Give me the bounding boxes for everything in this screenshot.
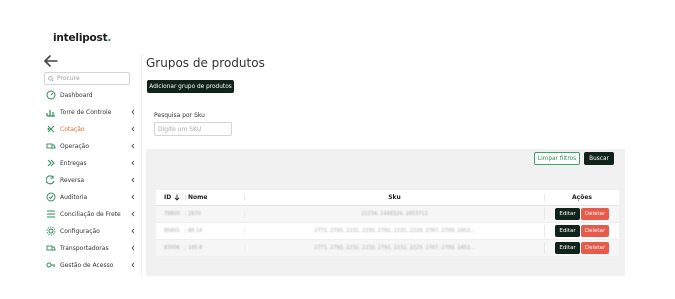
calculator-icon [47, 125, 55, 133]
cell-id: 79800 [164, 211, 180, 217]
sidebar-item-label: Reversa [60, 176, 85, 184]
edit-button[interactable]: Editar [555, 225, 580, 237]
cell-id: 83006 [164, 245, 180, 251]
edit-button[interactable]: Editar [555, 242, 580, 254]
sidebar-item-entregas[interactable]: Entregas [46, 157, 136, 169]
sidebar-item-label: Cotação [60, 125, 85, 133]
cell-actions: Editar Deletar [544, 242, 619, 254]
chevron-left-icon [131, 143, 135, 149]
table-header: ID Nome Sku Ações [156, 190, 619, 206]
search-icon [48, 75, 54, 82]
cell-sku: 21234, 1448324, 2453711 [244, 211, 544, 217]
sidebar-item-opera-o[interactable]: Operação [46, 140, 136, 152]
sidebar-item-reversa[interactable]: Reversa [46, 174, 136, 186]
column-header-acoes: Ações [544, 194, 619, 201]
edit-button[interactable]: Editar [555, 208, 580, 220]
add-product-group-button[interactable]: Adicionar grupo de produtos [147, 80, 234, 93]
cell-actions: Editar Deletar [544, 208, 619, 220]
cell-nome: 185 8 [185, 245, 244, 251]
table-panel: ID Nome Sku Ações 79800 1870 21234, 144832… [146, 182, 625, 276]
sidebar-item-label: Torre de Controle [60, 108, 112, 116]
filter-fields: Pesquisa por Sku Digite um SKU [146, 102, 625, 149]
cell-sku: 2771, 2793, 2231, 2230, 2791, 2231, 2229… [244, 228, 544, 234]
truck-icon [46, 143, 56, 149]
sidebar-item-transportadoras[interactable]: Transportadoras [46, 242, 136, 254]
chevron-left-icon [131, 245, 135, 251]
clear-filters-button[interactable]: Limpar filtros [534, 152, 580, 165]
back-arrow-icon[interactable] [43, 54, 59, 68]
sidebar-search-input[interactable]: Procure [44, 72, 130, 85]
chevron-left-icon [131, 194, 135, 200]
sidebar-item-label: Configuração [60, 227, 100, 235]
search-button[interactable]: Buscar [584, 152, 614, 165]
top-bar: intelipost. [0, 0, 675, 54]
table-row: 85801 88 14 2771, 2793, 2231, 2230, 2791, … [156, 223, 619, 240]
cell-actions: Editar Deletar [544, 225, 619, 237]
table-row: 79800 1870 21234, 1448324, 2453711 Editar De… [156, 206, 619, 223]
chevron-left-icon [131, 177, 135, 183]
search-placeholder: Procure [57, 75, 80, 82]
return-icon [46, 175, 55, 185]
list-icon [47, 210, 55, 218]
chevron-left-icon [131, 160, 135, 166]
sidebar-item-gest-o-de-acesso[interactable]: Gestão de Acesso [46, 259, 136, 271]
column-header-nome[interactable]: Nome [185, 194, 244, 201]
sidebar-item-dashboard[interactable]: Dashboard [46, 89, 136, 101]
sidebar-item-configura-o[interactable]: Configuração [46, 225, 136, 237]
sku-search-input[interactable]: Digite um SKU [154, 122, 232, 136]
page-title: Grupos de produtos [146, 56, 265, 70]
column-header-id[interactable]: ID [156, 194, 185, 201]
sidebar-item-label: Auditoria [60, 193, 88, 201]
cell-nome: 1870 [185, 211, 244, 217]
delete-button[interactable]: Deletar [581, 208, 609, 220]
sidebar-item-concilia-o-de-frete[interactable]: Conciliação de Frete [46, 208, 136, 220]
delete-button[interactable]: Deletar [581, 225, 609, 237]
chevron-left-icon [131, 211, 135, 217]
cell-id: 85801 [164, 228, 180, 234]
truck-icon [46, 245, 56, 251]
chevron-left-icon [131, 126, 135, 132]
cell-nome: 88 14 [185, 228, 244, 234]
sku-filter-label: Pesquisa por Sku [154, 112, 205, 119]
table-row: 83006 185 8 2771, 2793, 2231, 2230, 2791, … [156, 240, 619, 257]
chevron-left-icon [131, 109, 135, 115]
sidebar-item-cota-o[interactable]: Cotação [46, 123, 136, 135]
arrow-down-icon [174, 194, 180, 201]
sidebar-item-label: Operação [60, 142, 90, 150]
sidebar-item-auditoria[interactable]: Auditoria [46, 191, 136, 203]
delete-button[interactable]: Deletar [581, 242, 609, 254]
gear-icon [46, 226, 56, 236]
key-icon [46, 262, 55, 268]
sidebar: Procure Dashboard Torre de Controle Cotaçã… [40, 54, 142, 276]
sidebar-item-label: Dashboard [60, 91, 93, 99]
cell-sku: 2771, 2793, 2231, 2230, 2791, 2231, 2229… [244, 245, 544, 251]
chevron-left-icon [131, 262, 135, 268]
column-header-sku: Sku [244, 194, 544, 201]
chevrons-right-icon [47, 159, 55, 167]
sidebar-item-label: Conciliação de Frete [60, 210, 121, 218]
app-frame: intelipost. Procure Dashboard Torre de Co… [0, 0, 675, 299]
chart-bars-icon [46, 110, 55, 117]
check-badge-icon [46, 192, 56, 202]
dashboard-icon [46, 90, 56, 100]
sidebar-item-torre-de-controle[interactable]: Torre de Controle [46, 106, 136, 118]
main-content: Grupos de produtos Adicionar grupo de pr… [142, 54, 625, 276]
sidebar-item-label: Entregas [60, 159, 87, 167]
brand-logo[interactable]: intelipost. [53, 32, 111, 44]
product-groups-table: ID Nome Sku Ações 79800 1870 21234, 144832… [156, 190, 619, 257]
sidebar-item-label: Transportadoras [60, 244, 109, 252]
chevron-left-icon [131, 228, 135, 234]
sidebar-item-label: Gestão de Acesso [60, 261, 114, 269]
